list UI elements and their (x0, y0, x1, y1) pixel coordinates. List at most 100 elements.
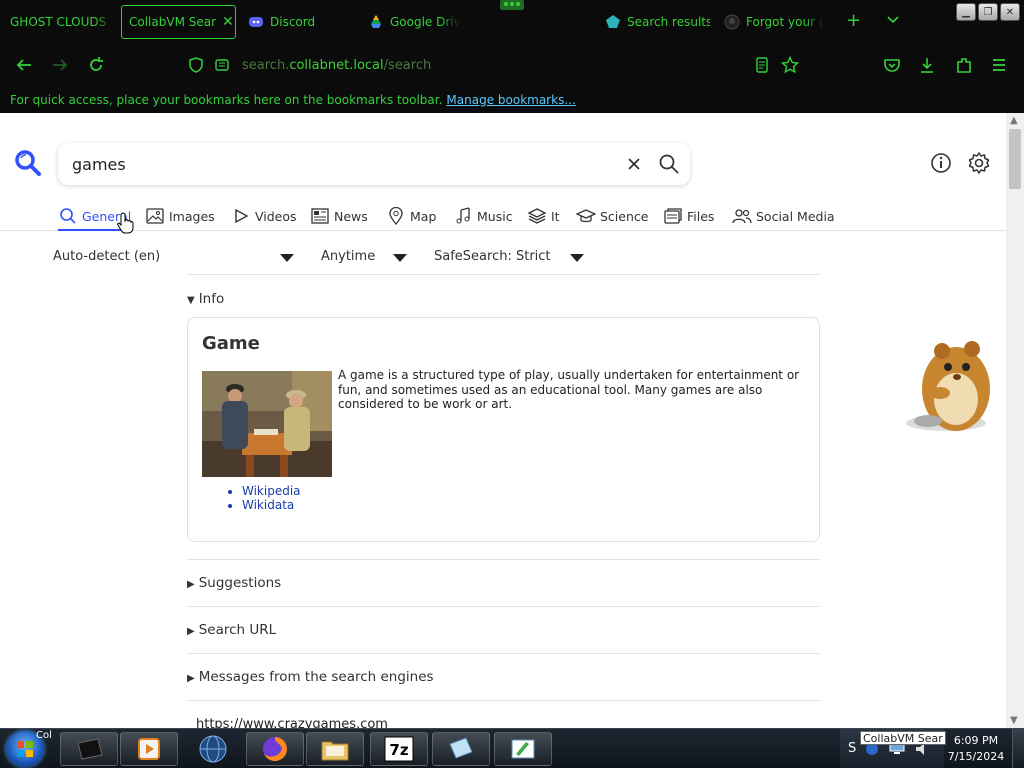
wikipedia-link[interactable]: Wikipedia (242, 484, 301, 498)
firefox-icon (263, 737, 287, 761)
infobox-title: Game (202, 333, 260, 354)
language-dropdown-icon[interactable] (280, 254, 294, 262)
divider (187, 606, 820, 607)
shield-icon[interactable] (188, 57, 204, 73)
reader-view-icon[interactable] (751, 54, 773, 76)
screen: GHOST CLOUDS CollabVM Sear ✕ Discord Goo… (0, 0, 1024, 768)
paint-icon (511, 739, 535, 759)
category-tabs: General Images Videos News Map Music It … (0, 201, 1006, 231)
searxng-logo-icon[interactable] (14, 149, 42, 177)
tab-google-drive[interactable]: Google Drive (368, 5, 460, 39)
map-pin-icon (386, 207, 406, 225)
url-path: /search (383, 57, 432, 73)
new-tab-icon[interactable]: + (846, 10, 861, 32)
back-arrow-icon[interactable] (13, 54, 35, 76)
category-social-media[interactable]: Social Media (732, 205, 835, 227)
page-info-icon[interactable] (214, 57, 230, 73)
tab-title: GHOST CLOUDS (10, 15, 107, 29)
infobox-image[interactable] (202, 371, 332, 477)
wikidata-link[interactable]: Wikidata (242, 498, 301, 512)
category-label: Social Media (756, 208, 835, 224)
scroll-thumb[interactable] (1009, 129, 1021, 189)
taskbar-notepad[interactable] (432, 732, 490, 766)
navigation-toolbar: search. collabnet.local/search (0, 44, 1024, 86)
category-label: Map (410, 208, 437, 224)
newspaper-icon (310, 207, 330, 225)
scroll-down-icon[interactable]: ▼ (1010, 715, 1018, 726)
hamster-mascot (906, 341, 990, 431)
taskbar-paint[interactable] (494, 732, 552, 766)
close-tab-icon[interactable]: ✕ (222, 14, 234, 30)
bookmarks-toolbar: For quick access, place your bookmarks h… (0, 86, 1024, 113)
forward-arrow-icon[interactable] (49, 54, 71, 76)
taskbar-explorer[interactable] (306, 732, 364, 766)
address-bar[interactable]: search. collabnet.local/search (188, 52, 810, 78)
category-images[interactable]: Images (145, 205, 215, 227)
category-label: It (551, 208, 560, 224)
category-files[interactable]: Files (663, 205, 714, 227)
url-prefix: search. (242, 57, 290, 73)
search-submit-icon[interactable] (658, 153, 680, 175)
search-box (58, 143, 690, 185)
bookmark-star-icon[interactable] (779, 54, 801, 76)
divider (187, 653, 820, 654)
suggestions-label: Suggestions (198, 575, 282, 591)
start-label: Col (36, 730, 52, 741)
clear-search-icon[interactable] (624, 154, 644, 174)
category-label: Files (687, 208, 715, 224)
reload-icon[interactable] (85, 54, 107, 76)
category-videos[interactable]: Videos (231, 205, 297, 227)
taskbar-cmd[interactable] (60, 732, 118, 766)
clock[interactable]: 6:09 PM 7/15/2024 (944, 733, 1008, 765)
time-dropdown-icon[interactable] (393, 254, 407, 262)
category-map[interactable]: Map (386, 205, 436, 227)
bookmarks-hint: For quick access, place your bookmarks h… (10, 92, 443, 107)
taskbar-firefox[interactable] (246, 732, 304, 766)
minimize-icon[interactable]: ▁ (956, 3, 976, 21)
language-select[interactable]: Auto-detect (en) (53, 249, 160, 264)
tab-discord[interactable]: Discord (248, 5, 348, 39)
settings-gear-icon[interactable] (967, 151, 991, 175)
google-drive-icon (368, 14, 384, 30)
taskbar-media-player[interactable] (120, 732, 178, 766)
category-label: Science (600, 208, 649, 224)
scroll-up-icon[interactable]: ▲ (1010, 115, 1018, 126)
engine-messages-toggle[interactable]: ▶ Messages from the search engines (187, 669, 434, 685)
menu-hamburger-icon[interactable] (988, 54, 1010, 76)
manage-bookmarks-link[interactable]: Manage bookmarks... (446, 93, 575, 107)
close-window-icon[interactable]: ✕ (1000, 3, 1020, 21)
media-player-icon (138, 738, 160, 760)
hand-cursor-icon (117, 212, 134, 234)
search-input[interactable] (72, 154, 592, 174)
category-music[interactable]: Music (453, 205, 513, 227)
page-scrollbar[interactable]: ▲ ▼ (1006, 113, 1024, 728)
divider (187, 559, 820, 560)
result-url[interactable]: https://www.crazygames.com (196, 717, 388, 728)
terminal-icon (77, 738, 103, 760)
suggestions-toggle[interactable]: ▶ Suggestions (187, 575, 281, 591)
pocket-icon[interactable] (881, 54, 903, 76)
show-desktop-button[interactable] (1012, 729, 1024, 768)
tab-forgot-password[interactable]: Forgot your p (724, 5, 824, 39)
github-icon (724, 14, 740, 30)
tab-ghost-clouds[interactable]: GHOST CLOUDS (10, 5, 114, 39)
folder-icon (321, 741, 349, 761)
restore-icon[interactable]: ❐ (978, 3, 998, 21)
taskbar-globe[interactable] (184, 732, 242, 766)
info-icon[interactable] (929, 151, 953, 175)
search-url-toggle[interactable]: ▶ Search URL (187, 622, 276, 638)
list-tabs-chevron-icon[interactable] (886, 10, 900, 32)
safesearch-dropdown-icon[interactable] (570, 254, 584, 262)
time-range-select[interactable]: Anytime (321, 249, 375, 264)
category-it[interactable]: It (527, 205, 560, 227)
downloads-icon[interactable] (916, 54, 938, 76)
graduation-cap-icon (576, 207, 596, 225)
tab-collabvm-search[interactable]: CollabVM Sear ✕ (121, 5, 236, 39)
safesearch-select[interactable]: SafeSearch: Strict (434, 249, 551, 264)
tab-search-results[interactable]: Search results (605, 5, 710, 39)
extensions-icon[interactable] (953, 54, 975, 76)
taskbar-7zip[interactable]: 7z (370, 732, 428, 766)
category-science[interactable]: Science (576, 205, 648, 227)
category-news[interactable]: News (310, 205, 368, 227)
info-section-toggle[interactable]: ▼ Info (187, 291, 224, 307)
